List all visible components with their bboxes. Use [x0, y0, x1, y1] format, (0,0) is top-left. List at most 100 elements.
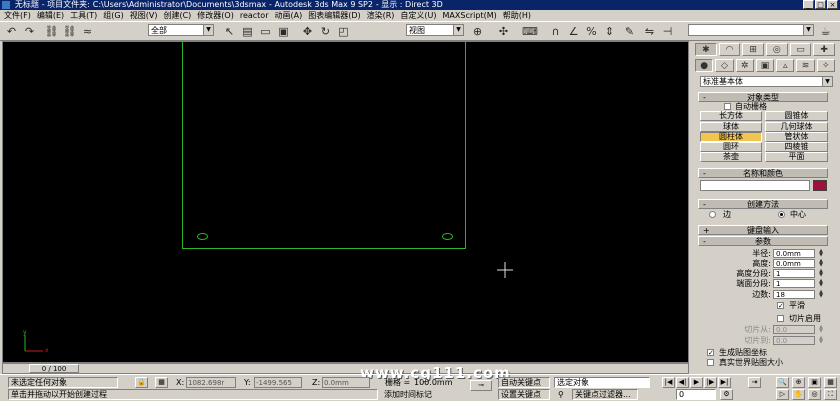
edge-radio[interactable] — [709, 211, 716, 218]
category-dropdown[interactable]: 标准基本体 ▼ — [700, 76, 833, 87]
percent-snap-icon[interactable]: % — [584, 24, 599, 39]
snaps-toggle-icon[interactable]: ∩ — [548, 24, 563, 39]
height-segments-spinner[interactable]: 1 — [773, 269, 815, 278]
center-radio[interactable] — [778, 211, 785, 218]
key-filters-button[interactable]: 关键点过滤器... — [572, 389, 638, 400]
select-scale-icon[interactable]: ◰ — [336, 24, 351, 39]
tube-button[interactable]: 管状体 — [765, 132, 828, 142]
creation-method-rollout[interactable]: - 创建方法 — [698, 199, 828, 209]
pivot-center-icon[interactable]: ⊕ — [470, 24, 485, 39]
angle-snap-icon[interactable]: ∠ — [566, 24, 581, 39]
object-name-field[interactable] — [700, 180, 810, 191]
real-world-map-size-checkbox[interactable] — [707, 359, 714, 366]
time-slider-track[interactable]: 0 / 100 — [2, 363, 689, 374]
smooth-checkbox[interactable]: ✓ — [777, 302, 784, 310]
render-icon[interactable]: ☕ — [818, 24, 833, 39]
redo-icon[interactable]: ↷ — [22, 24, 37, 39]
keyboard-entry-rollout[interactable]: + 键盘输入 — [698, 225, 828, 235]
unlink-icon[interactable]: ⛓ — [62, 24, 77, 39]
mirror-icon[interactable]: ⇋ — [642, 24, 657, 39]
zoom-all-icon[interactable]: ⊕ — [792, 377, 805, 388]
select-manipulate-icon[interactable]: ✣ — [496, 24, 511, 39]
menu-reactor[interactable]: reactor — [240, 10, 269, 21]
slice-from-spinner[interactable]: 0.0 — [773, 325, 815, 334]
utilities-tab-icon[interactable]: ✚ — [813, 43, 836, 56]
slice-to-spinner[interactable]: 0.0 — [773, 336, 815, 345]
keyboard-shortcut-icon[interactable]: ⌨ — [522, 24, 538, 39]
spinner-arrows-icon[interactable]: ▲ ▼ — [818, 290, 824, 299]
rect-selection-icon[interactable]: ▭ — [258, 24, 273, 39]
name-color-rollout[interactable]: - 名称和颜色 — [698, 168, 828, 178]
lights-icon[interactable]: ✲ — [735, 59, 754, 72]
time-slider[interactable]: 0 / 100 — [29, 364, 79, 373]
menu-group[interactable]: 组(G) — [103, 10, 123, 21]
x-coord-field[interactable]: 1082.698r — [186, 377, 236, 388]
next-frame-icon[interactable]: |▶ — [704, 377, 717, 388]
set-key-button[interactable]: 设置关键点 — [498, 389, 550, 400]
fov-icon[interactable]: ▷ — [776, 389, 789, 400]
gen-mapping-coords-checkbox[interactable]: ✓ — [707, 349, 714, 357]
selection-filter-dropdown[interactable]: 全部 ▼ — [148, 24, 214, 36]
systems-icon[interactable]: ✧ — [816, 59, 835, 72]
menu-graph-editors[interactable]: 图表编辑器(D) — [308, 10, 360, 21]
menu-help[interactable]: 帮助(H) — [503, 10, 531, 21]
object-color-swatch[interactable] — [813, 180, 827, 191]
zoom-icon[interactable]: 🔍 — [776, 377, 789, 388]
autogrid-checkbox[interactable] — [724, 103, 731, 110]
add-time-tag[interactable]: 添加时间标记 — [384, 389, 432, 400]
spinner-arrows-icon[interactable]: ▲ ▼ — [818, 249, 824, 258]
z-coord-field[interactable]: 0.0mm — [322, 377, 370, 388]
menu-animation[interactable]: 动画(A) — [274, 10, 302, 21]
spinner-arrows-icon[interactable]: ▲ ▼ — [818, 269, 824, 278]
menu-maxscript[interactable]: MAXScript(M) — [443, 10, 497, 21]
maximize-button[interactable]: □ — [815, 0, 826, 9]
torus-button[interactable]: 圆环 — [700, 142, 762, 152]
radius-spinner[interactable]: 0.0mm — [773, 249, 815, 258]
current-frame-field[interactable]: 0 — [676, 389, 716, 400]
box-button[interactable]: 长方体 — [700, 111, 762, 121]
cylinder-button[interactable]: 圆柱体 — [700, 132, 762, 142]
pan-icon[interactable]: ✋ — [792, 389, 805, 400]
select-move-icon[interactable]: ✥ — [300, 24, 315, 39]
time-config-icon[interactable]: ⚙ — [720, 389, 733, 400]
edit-named-selection-icon[interactable]: ✎ — [622, 24, 637, 39]
key-mode-toggle-icon[interactable]: ⇥ — [748, 377, 761, 388]
select-by-name-icon[interactable]: ▤ — [240, 24, 255, 39]
window-crossing-icon[interactable]: ▣ — [276, 24, 291, 39]
height-spinner[interactable]: 0.0mm — [773, 259, 815, 268]
select-object-icon[interactable]: ↖ — [222, 24, 237, 39]
close-button[interactable]: × — [827, 0, 838, 9]
teapot-button[interactable]: 茶壶 — [700, 152, 762, 162]
set-key-icon[interactable]: ⊸ — [470, 380, 492, 391]
menu-views[interactable]: 视图(V) — [130, 10, 158, 21]
spinner-arrows-icon[interactable]: ▲ ▼ — [818, 325, 824, 334]
key-filter-icon[interactable]: ⚲ — [558, 389, 564, 400]
shapes-icon[interactable]: ◇ — [715, 59, 734, 72]
create-tab-icon[interactable]: ✱ — [695, 43, 717, 56]
goto-end-icon[interactable]: ▶| — [718, 377, 731, 388]
viewport[interactable]: y x — [2, 41, 689, 363]
transform-mode-icon[interactable]: ▦ — [155, 377, 168, 388]
helpers-icon[interactable]: ▵ — [776, 59, 795, 72]
menu-tools[interactable]: 工具(T) — [70, 10, 97, 21]
cameras-icon[interactable]: ▣ — [755, 59, 775, 72]
spinner-arrows-icon[interactable]: ▲ ▼ — [818, 279, 824, 288]
spinner-arrows-icon[interactable]: ▲ ▼ — [818, 259, 824, 268]
bind-spacewarp-icon[interactable]: ≈ — [80, 24, 95, 39]
select-link-icon[interactable]: ⛓ — [44, 24, 59, 39]
ref-coord-dropdown[interactable]: 视图 ▼ — [406, 24, 464, 36]
modify-tab-icon[interactable]: ◠ — [718, 43, 741, 56]
zoom-extents-all-icon[interactable]: ▦ — [824, 377, 837, 388]
slice-on-checkbox[interactable] — [777, 315, 784, 322]
lock-selection-icon[interactable]: 🔒 — [135, 377, 148, 388]
align-icon[interactable]: ⊣ — [660, 24, 675, 39]
minimize-button[interactable]: _ — [803, 0, 814, 9]
parameters-rollout[interactable]: - 参数 — [698, 236, 828, 246]
auto-key-button[interactable]: 自动关键点 — [498, 377, 550, 388]
key-mode-dropdown[interactable]: 选定对象 — [554, 377, 650, 388]
app-icon[interactable] — [2, 1, 10, 9]
named-selection-sets-input[interactable]: ▼ — [688, 24, 814, 36]
spacewarps-icon[interactable]: ≋ — [796, 59, 815, 72]
prev-frame-icon[interactable]: ◀| — [676, 377, 689, 388]
sides-spinner[interactable]: 18 — [773, 290, 815, 299]
